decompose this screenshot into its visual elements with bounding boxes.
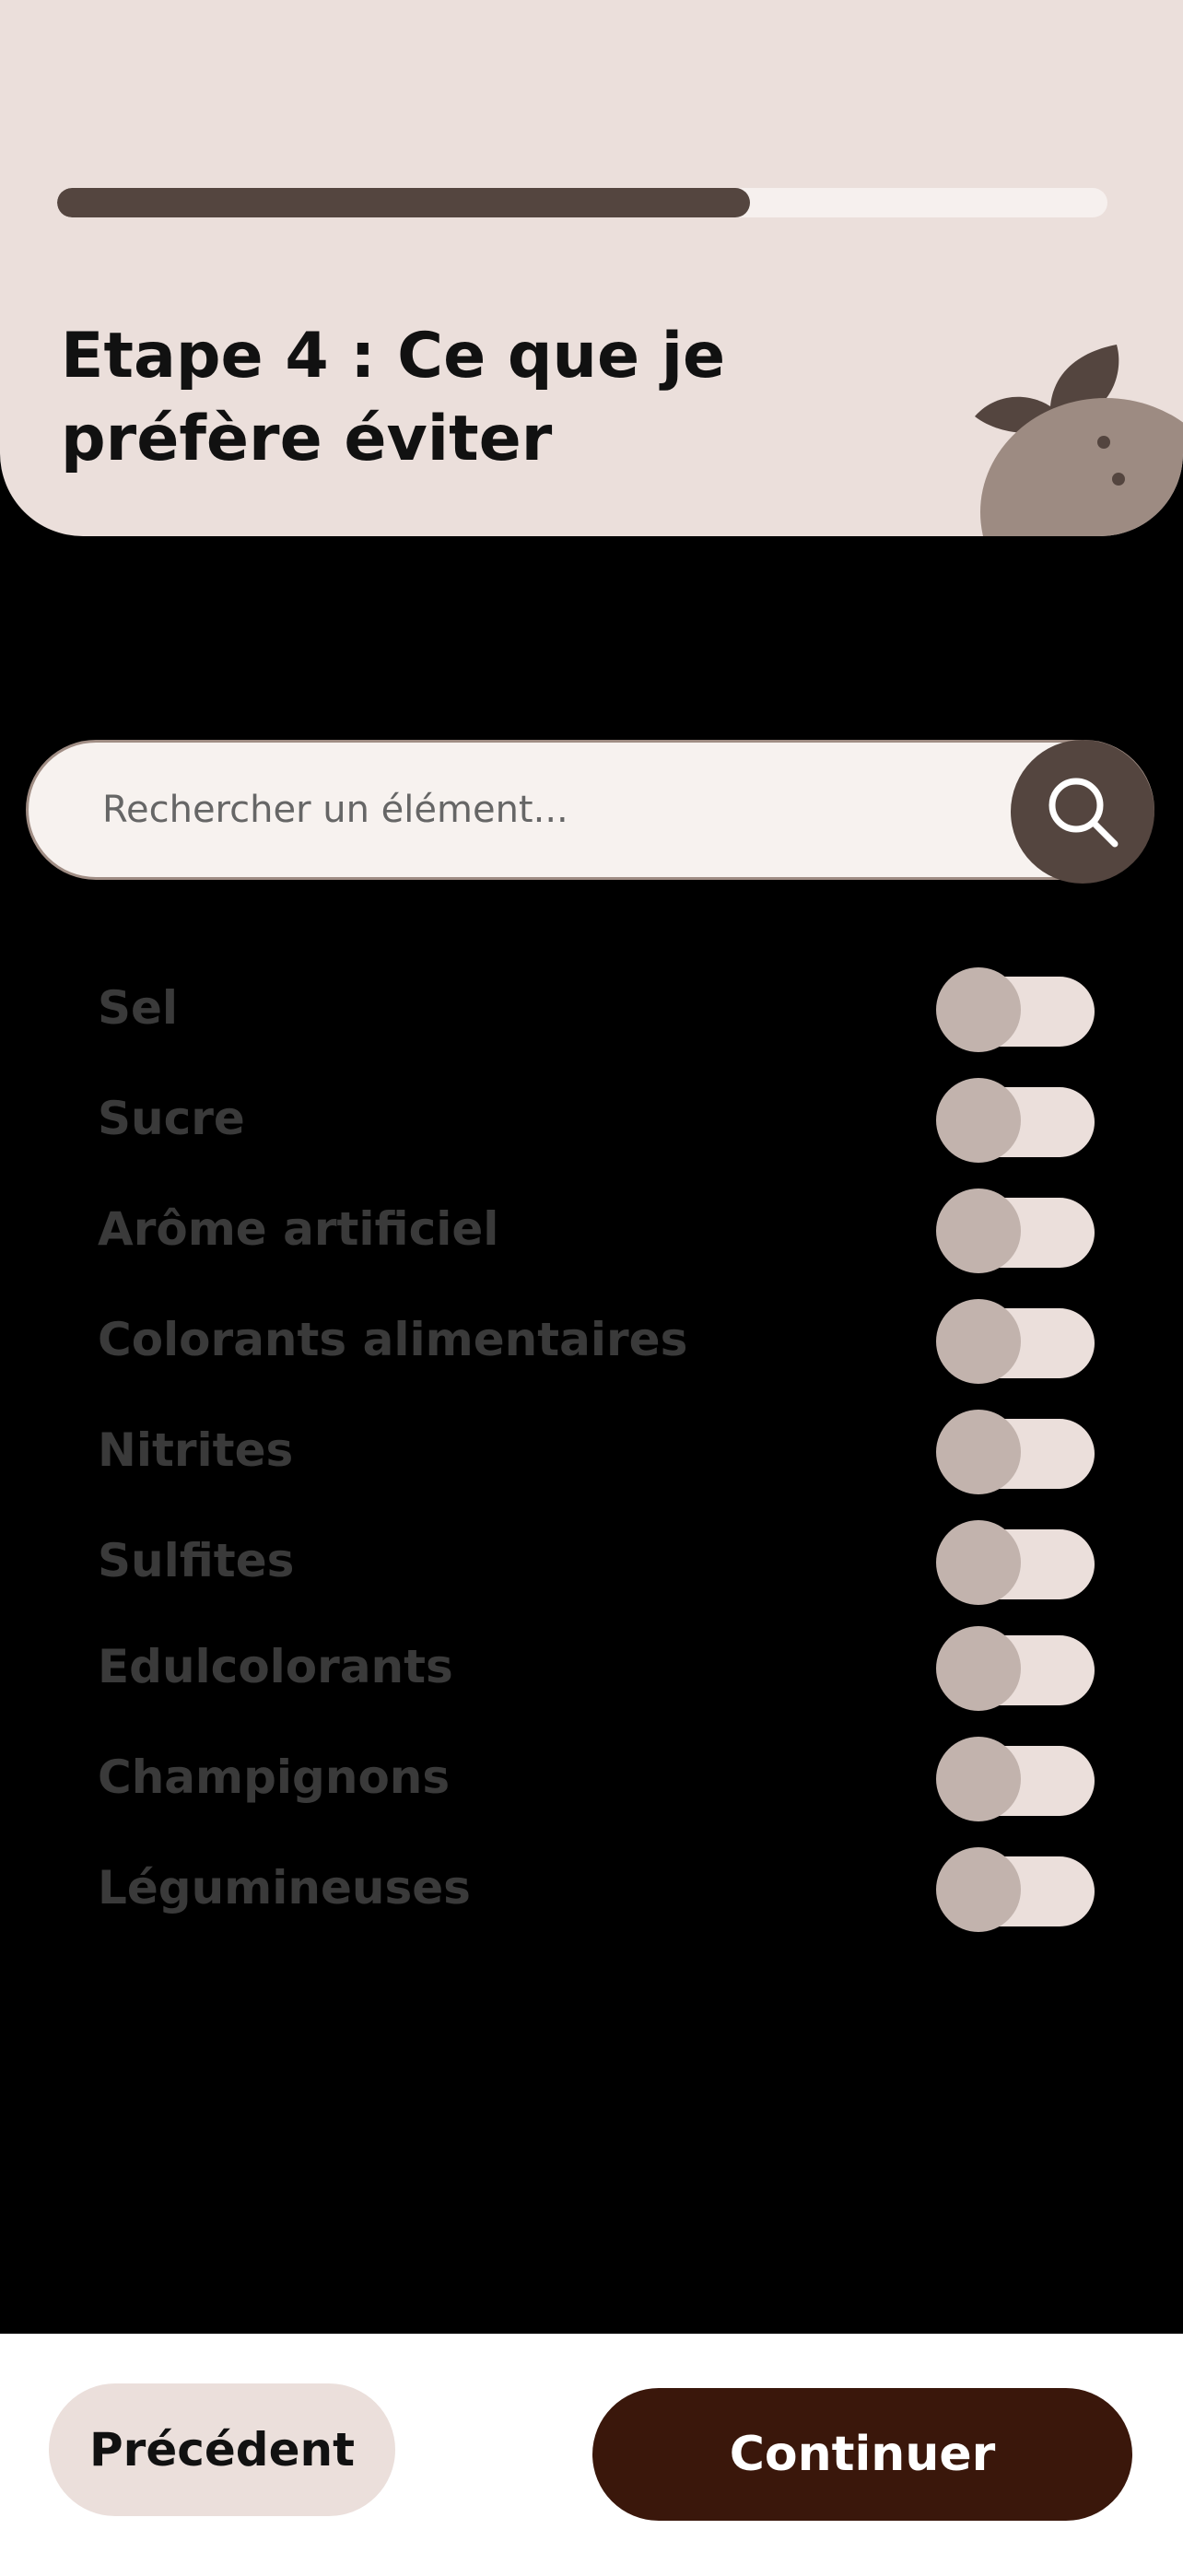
item-label: Sulfites [98, 1534, 295, 1587]
list-item: Sel [0, 958, 1183, 1060]
toggle-thumb [936, 1737, 1021, 1821]
item-label: Sucre [98, 1092, 245, 1145]
item-label: Edulcolorants [98, 1640, 453, 1693]
item-label: Légumineuses [98, 1861, 471, 1914]
continue-button[interactable]: Continuer [592, 2388, 1132, 2521]
previous-button[interactable]: Précédent [49, 2383, 395, 2516]
toggle-thumb [936, 1520, 1021, 1605]
list-item: Champignons [0, 1727, 1183, 1829]
progress-bar [57, 188, 1107, 217]
header-card: Etape 4 : Ce que je préfère éviter [0, 0, 1183, 536]
item-toggle[interactable] [936, 1078, 1095, 1163]
toggle-thumb [936, 1078, 1021, 1163]
search-icon [1048, 778, 1119, 848]
search-bar [26, 740, 1154, 880]
toggle-thumb [936, 1188, 1021, 1273]
item-toggle[interactable] [936, 1520, 1095, 1605]
item-toggle[interactable] [936, 1410, 1095, 1494]
list-item: Sucre [0, 1069, 1183, 1170]
toggle-thumb [936, 1299, 1021, 1384]
list-item: Sulfites [0, 1511, 1183, 1612]
item-label: Champignons [98, 1751, 451, 1804]
list-item: Arôme artificiel [0, 1179, 1183, 1281]
fruit-illustration-icon [975, 345, 1183, 536]
item-label: Colorants alimentaires [98, 1313, 688, 1366]
item-toggle[interactable] [936, 1737, 1095, 1821]
item-toggle[interactable] [936, 1188, 1095, 1273]
list-item: Nitrites [0, 1400, 1183, 1502]
toggle-thumb [936, 1410, 1021, 1494]
item-label: Nitrites [98, 1423, 294, 1477]
search-button[interactable] [1011, 740, 1154, 884]
list-item: Edulcolorants [0, 1617, 1183, 1718]
toggle-thumb [936, 1847, 1021, 1932]
item-toggle[interactable] [936, 967, 1095, 1052]
item-label: Sel [98, 981, 179, 1035]
search-input[interactable] [102, 743, 931, 877]
toggle-thumb [936, 967, 1021, 1052]
screen: Etape 4 : Ce que je préfère éviter Sel S… [0, 0, 1183, 2576]
list-item: Légumineuses [0, 1838, 1183, 1939]
item-toggle[interactable] [936, 1847, 1095, 1932]
item-toggle[interactable] [936, 1626, 1095, 1711]
page-title: Etape 4 : Ce que je préfère éviter [61, 320, 726, 475]
progress-fill [57, 188, 751, 217]
item-label: Arôme artificiel [98, 1202, 499, 1256]
list-item: Colorants alimentaires [0, 1290, 1183, 1391]
toggle-thumb [936, 1626, 1021, 1711]
item-toggle[interactable] [936, 1299, 1095, 1384]
